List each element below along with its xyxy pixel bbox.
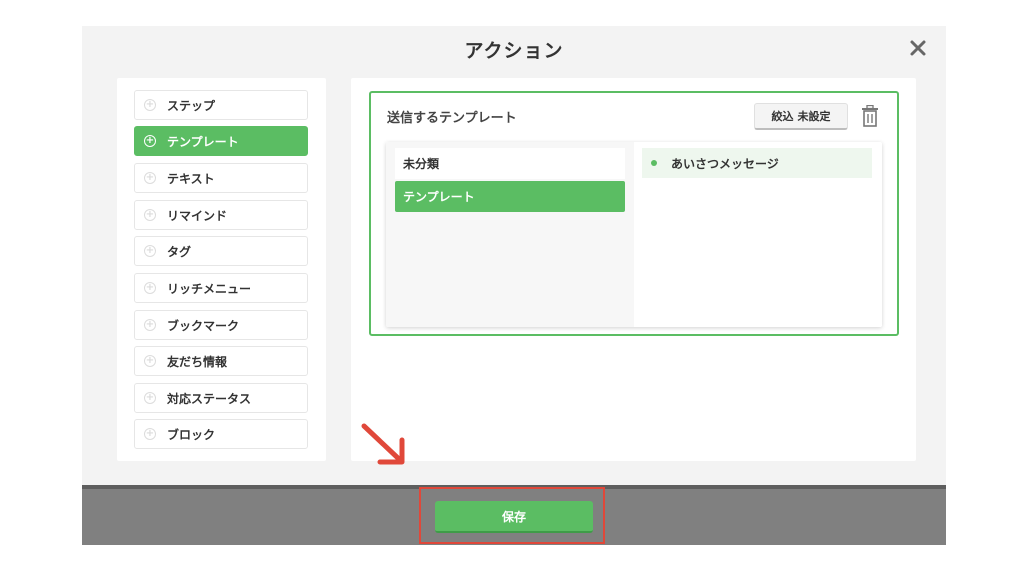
action-settings-panel: 送信するテンプレート 絞込 未設定 未分類 テンプレート あいさつメッセージ [351,78,916,461]
filter-button[interactable]: 絞込 未設定 [754,103,848,130]
template-action-box: 送信するテンプレート 絞込 未設定 未分類 テンプレート あいさつメッセージ [369,91,899,336]
template-section-label: 送信するテンプレート [387,111,517,126]
trash-icon[interactable] [861,105,879,127]
plus-circle-icon: + [144,245,156,257]
action-item-label: テキスト [167,171,215,186]
action-item-label: 友だち情報 [167,354,228,369]
action-item-remind[interactable]: + リマインド [134,200,308,230]
action-item-label: 対応ステータス [167,391,252,406]
folder-label: テンプレート [403,190,475,204]
filter-label: 絞込 [771,110,794,123]
template-picker: 未分類 テンプレート あいさつメッセージ [386,142,882,327]
action-item-rich-menu[interactable]: + リッチメニュー [134,273,308,303]
folder-label: 未分類 [403,157,440,171]
action-item-block[interactable]: + ブロック [134,419,308,449]
action-modal: アクション + ステップ + テンプレート + テキスト + リマインド + タ… [82,26,946,545]
folder-list: 未分類 テンプレート [386,142,634,327]
action-item-status[interactable]: + 対応ステータス [134,383,308,413]
action-type-list: + ステップ + テンプレート + テキスト + リマインド + タグ + リッ… [117,78,326,461]
action-item-label: ブロック [167,427,216,442]
action-item-bookmark[interactable]: + ブックマーク [134,310,308,340]
plus-circle-icon: + [144,428,156,440]
folder-item-uncategorized[interactable]: 未分類 [395,148,625,179]
action-item-label: ステップ [167,98,216,113]
action-item-step[interactable]: + ステップ [134,90,308,120]
annotation-arrow-icon [361,423,405,465]
template-list: あいさつメッセージ [634,142,882,327]
selected-dot-icon [651,160,657,166]
annotation-highlight-box [419,487,605,544]
action-item-label: ブックマーク [167,318,240,333]
template-item-label: あいさつメッセージ [671,156,779,171]
plus-circle-icon: + [144,135,156,147]
plus-circle-icon: + [144,172,156,184]
action-item-label: リッチメニュー [167,281,252,296]
modal-title: アクション [464,40,564,62]
filter-value: 未設定 [797,110,831,123]
plus-circle-icon: + [144,355,156,367]
action-item-label: テンプレート [167,134,239,149]
action-item-text[interactable]: + テキスト [134,163,308,193]
action-item-friend-info[interactable]: + 友だち情報 [134,346,308,376]
close-icon[interactable] [908,38,928,58]
action-item-template[interactable]: + テンプレート [134,126,308,156]
plus-circle-icon: + [144,209,156,221]
template-item-greeting[interactable]: あいさつメッセージ [642,148,872,178]
plus-circle-icon: + [144,282,156,294]
action-item-label: リマインド [167,208,228,223]
plus-circle-icon: + [144,392,156,404]
plus-circle-icon: + [144,319,156,331]
plus-circle-icon: + [144,99,156,111]
folder-item-template[interactable]: テンプレート [395,181,625,212]
action-item-label: タグ [167,244,192,259]
action-item-tag[interactable]: + タグ [134,236,308,266]
